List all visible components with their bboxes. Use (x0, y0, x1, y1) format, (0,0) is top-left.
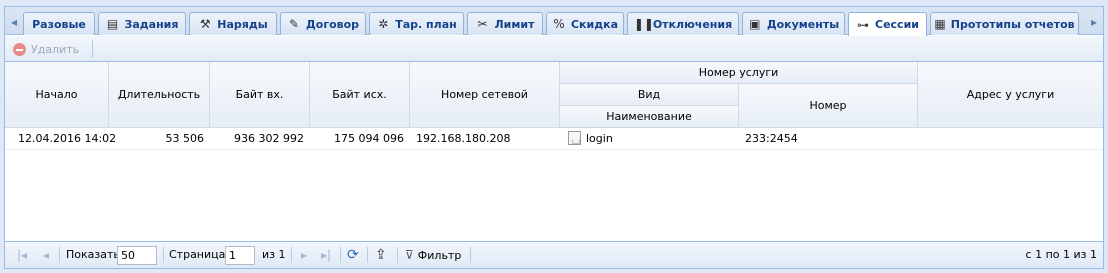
tab-skidka[interactable]: % Скидка (546, 12, 624, 35)
cell-name-text: login (586, 132, 613, 145)
tab-label: Разовые (32, 17, 86, 31)
paging-toolbar: |◂ ◂ Показать 50 Страница 1 из 1 ▸ ▸| ⟳ … (5, 241, 1103, 268)
page-number-input[interactable]: 1 (225, 246, 255, 265)
paging-summary: с 1 по 1 из 1 (1025, 248, 1097, 261)
tab-zadaniya[interactable]: ▤ Задания (98, 12, 186, 35)
tab-dokumenty[interactable]: ▣ Документы (742, 12, 845, 35)
delete-button-label: Удалить (31, 42, 80, 56)
tariff-plan-icon: ✲ (378, 17, 389, 31)
cell-duration: 53 506 (165, 132, 205, 145)
column-header-start[interactable]: Начало (5, 62, 109, 128)
next-page-icon[interactable]: ▸ (301, 242, 307, 268)
scissors-icon: ✂ (477, 17, 488, 31)
tab-otklyucheniya[interactable]: ❚❚ Отключения (627, 12, 739, 35)
tab-razovye[interactable]: Разовые (23, 12, 95, 35)
column-header-address[interactable]: Адрес у услуги (918, 62, 1103, 128)
pager-divider (367, 247, 368, 263)
column-group-service-number: Номер услуги (560, 62, 918, 84)
tab-label: Тар. план (395, 17, 457, 31)
header-label: Байт вх. (235, 88, 284, 101)
tasks-icon: ▤ (106, 17, 119, 31)
last-page-icon[interactable]: ▸| (321, 242, 331, 268)
page-size-label: Показать (66, 248, 120, 261)
sessions-panel: ◂ Разовые ▤ Задания ⚒ Наряды ✎ Договор ✲… (4, 6, 1104, 269)
tab-label: Документы (766, 17, 840, 31)
cell-start: 12.04.2016 14:02 (18, 132, 117, 145)
pager-divider (397, 247, 398, 263)
pager-divider (470, 247, 471, 263)
tab-naryady[interactable]: ⚒ Наряды (189, 12, 277, 35)
scroll-right-icon[interactable]: ▸ (1087, 13, 1101, 31)
header-label: Байт исх. (332, 88, 387, 101)
column-header-bytes-out[interactable]: Байт исх. (310, 62, 410, 128)
tab-label: Сессии (875, 18, 919, 31)
page-count-label: из 1 (262, 248, 286, 261)
export-icon[interactable]: ⇪ (375, 242, 387, 268)
header-label: Номер сетевой (441, 88, 528, 101)
page-label: Страница (169, 248, 226, 261)
tab-label: Договор (305, 17, 360, 31)
pager-divider (59, 247, 60, 263)
scroll-left-icon[interactable]: ◂ (7, 13, 21, 31)
delete-button[interactable]: Удалить (13, 40, 79, 58)
filter-button[interactable]: ⊽ Фильтр (405, 242, 461, 268)
tab-label: Наряды (217, 17, 268, 31)
refresh-icon[interactable]: ⟳ (347, 242, 359, 268)
link-icon: ⊶ (857, 17, 869, 32)
pager-divider (163, 247, 164, 263)
report-icon: ▦ (934, 17, 946, 31)
documents-icon: ▣ (749, 17, 761, 31)
grid-toolbar: Удалить (5, 36, 1103, 62)
tab-label: Лимит (494, 17, 535, 31)
page-size-input[interactable]: 50 (117, 246, 157, 265)
header-label: Вид (637, 88, 661, 101)
filter-icon: ⊽ (405, 248, 414, 262)
header-label: Начало (35, 88, 78, 101)
tab-label: Отключения (652, 17, 733, 31)
column-header-duration[interactable]: Длительность (109, 62, 210, 128)
cell-bytes-in: 936 302 992 (234, 132, 304, 145)
pager-divider (291, 247, 292, 263)
cell-bytes-out: 175 094 096 (334, 132, 404, 145)
contract-icon: ✎ (288, 17, 299, 31)
tab-limit[interactable]: ✂ Лимит (467, 12, 543, 35)
tab-sessii[interactable]: ⊶ Сессии (848, 12, 927, 36)
toolbar-divider (92, 40, 93, 58)
column-header-bytes-in[interactable]: Байт вх. (210, 62, 310, 128)
cell-address (924, 128, 1099, 150)
column-group-kind: Вид (560, 84, 739, 106)
header-label: Адрес у услуги (966, 88, 1055, 101)
tab-dogovor[interactable]: ✎ Договор (280, 12, 366, 35)
tab-label: Скидка (570, 17, 619, 31)
tab-label: Задания (124, 17, 179, 31)
header-label: Длительность (117, 88, 201, 101)
pager-divider (340, 247, 341, 263)
prev-page-icon[interactable]: ◂ (43, 242, 49, 268)
delete-icon (13, 42, 26, 56)
tab-report-prototypes[interactable]: ▦ Прототипы отчетов (930, 12, 1079, 35)
header-label: Наименование (606, 110, 692, 123)
tab-label: Прототипы отчетов (950, 17, 1075, 31)
first-page-icon[interactable]: |◂ (17, 242, 27, 268)
column-header-number[interactable]: Номер (739, 84, 918, 128)
filter-label: Фильтр (417, 249, 462, 262)
table-row[interactable]: 12.04.2016 14:02 53 506 936 302 992 175 … (5, 128, 1103, 150)
wrench-icon: ⚒ (199, 17, 211, 31)
column-header-name[interactable]: Наименование (560, 106, 739, 128)
tab-strip: ◂ Разовые ▤ Задания ⚒ Наряды ✎ Договор ✲… (5, 7, 1103, 36)
pause-icon: ❚❚ (633, 17, 654, 31)
header-label: Номер (809, 99, 847, 112)
document-icon (568, 131, 581, 145)
discount-icon: % (553, 17, 565, 31)
cell-name: login (568, 128, 738, 150)
cell-network-number: 192.168.180.208 (416, 132, 511, 145)
column-header-network-number[interactable]: Номер сетевой (410, 62, 560, 128)
tab-tariff-plan[interactable]: ✲ Тар. план (369, 12, 464, 35)
cell-number: 233:2454 (745, 132, 798, 145)
header-label: Номер услуги (698, 66, 779, 79)
